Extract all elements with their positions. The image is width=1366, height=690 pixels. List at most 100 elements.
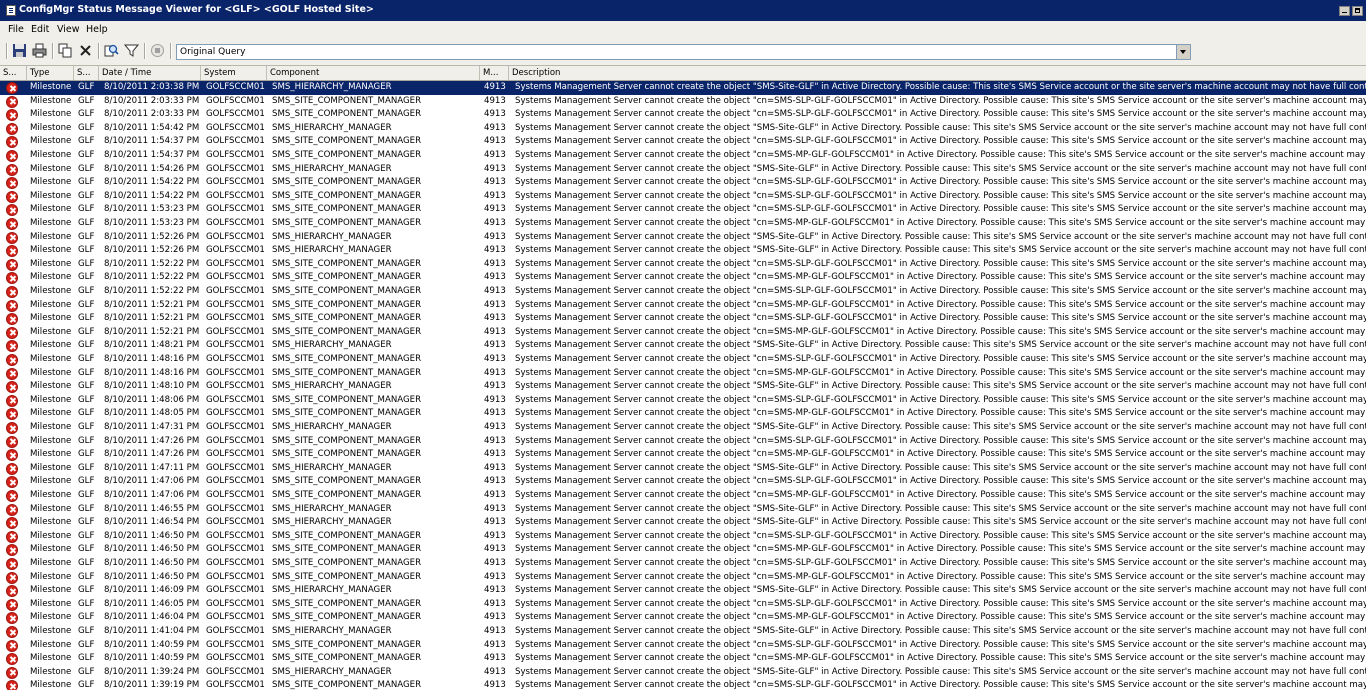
column-header-system[interactable]: System	[201, 66, 267, 80]
column-header-severity[interactable]: S...	[0, 66, 27, 80]
filter-icon[interactable]	[124, 43, 139, 58]
cell-message-id: 4913	[484, 408, 506, 419]
cell-datetime: 8/10/2011 1:48:21 PM	[104, 340, 200, 351]
table-row[interactable]: Milestone GLF 8/10/2011 1:54:42 PM GOLFSCCM…	[0, 122, 1366, 136]
cell-description: Systems Management Server cannot create …	[515, 612, 1366, 623]
cell-type: Milestone	[30, 95, 72, 106]
table-row[interactable]: Milestone GLF 8/10/2011 1:46:50 PM GOLFSCCM…	[0, 571, 1366, 585]
table-row[interactable]: Milestone GLF 8/10/2011 1:52:22 PM GOLFSCCM…	[0, 258, 1366, 272]
table-row[interactable]: Milestone GLF 8/10/2011 2:03:38 PM GOLFSCCM…	[0, 81, 1366, 95]
error-icon	[6, 544, 18, 557]
table-row[interactable]: Milestone GLF 8/10/2011 1:41:04 PM GOLFSCCM…	[0, 625, 1366, 639]
table-row[interactable]: Milestone GLF 8/10/2011 1:39:19 PM GOLFSCCM…	[0, 679, 1366, 690]
column-header-type[interactable]: Type	[27, 66, 74, 80]
cell-type: Milestone	[30, 462, 72, 473]
table-row[interactable]: Milestone GLF 8/10/2011 1:52:22 PM GOLFSCCM…	[0, 271, 1366, 285]
table-row[interactable]: Milestone GLF 8/10/2011 1:52:21 PM GOLFSCCM…	[0, 326, 1366, 340]
table-row[interactable]: Milestone GLF 8/10/2011 1:47:11 PM GOLFSCCM…	[0, 462, 1366, 476]
table-row[interactable]: Milestone GLF 8/10/2011 1:48:05 PM GOLFSCCM…	[0, 407, 1366, 421]
table-row[interactable]: Milestone GLF 8/10/2011 1:40:59 PM GOLFSCCM…	[0, 652, 1366, 666]
chevron-down-icon[interactable]	[1176, 45, 1190, 59]
column-header-site[interactable]: S...	[74, 66, 99, 80]
table-row[interactable]: Milestone GLF 8/10/2011 1:48:21 PM GOLFSCCM…	[0, 339, 1366, 353]
table-row[interactable]: Milestone GLF 8/10/2011 1:48:16 PM GOLFSCCM…	[0, 367, 1366, 381]
message-list[interactable]: Milestone GLF 8/10/2011 2:03:38 PM GOLFSCCM…	[0, 81, 1366, 690]
cell-site: GLF	[78, 422, 95, 432]
table-row[interactable]: Milestone GLF 8/10/2011 1:47:06 PM GOLFSCCM…	[0, 475, 1366, 489]
table-row[interactable]: Milestone GLF 8/10/2011 1:52:22 PM GOLFSCCM…	[0, 285, 1366, 299]
table-row[interactable]: Milestone GLF 8/10/2011 1:52:21 PM GOLFSCCM…	[0, 312, 1366, 326]
table-row[interactable]: Milestone GLF 8/10/2011 1:47:26 PM GOLFSCCM…	[0, 448, 1366, 462]
table-row[interactable]: Milestone GLF 8/10/2011 1:47:06 PM GOLFSCCM…	[0, 489, 1366, 503]
table-row[interactable]: Milestone GLF 8/10/2011 1:46:50 PM GOLFSCCM…	[0, 543, 1366, 557]
table-row[interactable]: Milestone GLF 8/10/2011 1:48:10 PM GOLFSCCM…	[0, 380, 1366, 394]
cell-message-id: 4913	[484, 585, 506, 596]
table-row[interactable]: Milestone GLF 8/10/2011 1:54:37 PM GOLFSCCM…	[0, 149, 1366, 163]
table-row[interactable]: Milestone GLF 8/10/2011 2:03:33 PM GOLFSCCM…	[0, 95, 1366, 109]
table-row[interactable]: Milestone GLF 8/10/2011 1:48:06 PM GOLFSCCM…	[0, 394, 1366, 408]
table-row[interactable]: Milestone GLF 8/10/2011 1:53:23 PM GOLFSCCM…	[0, 217, 1366, 231]
cell-system: GOLFSCCM01	[206, 598, 265, 609]
table-row[interactable]: Milestone GLF 8/10/2011 1:54:22 PM GOLFSCCM…	[0, 176, 1366, 190]
table-row[interactable]: Milestone GLF 8/10/2011 1:40:59 PM GOLFSCCM…	[0, 639, 1366, 653]
minimize-button[interactable]	[1339, 6, 1350, 16]
cell-datetime: 8/10/2011 1:54:37 PM	[104, 150, 200, 160]
toolbar-separator	[170, 43, 172, 59]
find-icon[interactable]	[104, 43, 119, 58]
stop-icon[interactable]	[150, 43, 165, 58]
table-row[interactable]: Milestone GLF 8/10/2011 1:54:22 PM GOLFSCCM…	[0, 190, 1366, 204]
table-row[interactable]: Milestone GLF 8/10/2011 1:46:55 PM GOLFSCCM…	[0, 503, 1366, 517]
table-row[interactable]: Milestone GLF 8/10/2011 1:54:37 PM GOLFSCCM…	[0, 135, 1366, 149]
column-header-message-id[interactable]: M...	[480, 66, 509, 80]
table-row[interactable]: Milestone GLF 8/10/2011 1:47:26 PM GOLFSCCM…	[0, 435, 1366, 449]
table-row[interactable]: Milestone GLF 8/10/2011 1:46:50 PM GOLFSCCM…	[0, 530, 1366, 544]
print-icon[interactable]	[32, 43, 47, 58]
table-row[interactable]: Milestone GLF 8/10/2011 2:03:33 PM GOLFSCCM…	[0, 108, 1366, 122]
column-header-description[interactable]: Description	[509, 66, 1366, 80]
table-row[interactable]: Milestone GLF 8/10/2011 1:54:26 PM GOLFSCCM…	[0, 163, 1366, 177]
column-header-datetime[interactable]: Date / Time	[99, 66, 201, 80]
table-row[interactable]: Milestone GLF 8/10/2011 1:52:26 PM GOLFSCCM…	[0, 231, 1366, 245]
cell-message-id: 4913	[484, 367, 506, 378]
table-row[interactable]: Milestone GLF 8/10/2011 1:53:23 PM GOLFSCCM…	[0, 203, 1366, 217]
table-row[interactable]: Milestone GLF 8/10/2011 1:48:16 PM GOLFSCCM…	[0, 353, 1366, 367]
cell-site: GLF	[78, 626, 95, 636]
table-row[interactable]: Milestone GLF 8/10/2011 1:46:50 PM GOLFSCCM…	[0, 557, 1366, 571]
cell-datetime: 8/10/2011 1:47:06 PM	[104, 476, 200, 487]
maximize-button[interactable]	[1352, 6, 1363, 16]
save-icon[interactable]	[12, 43, 27, 58]
table-row[interactable]: Milestone GLF 8/10/2011 1:46:05 PM GOLFSCCM…	[0, 598, 1366, 612]
table-row[interactable]: Milestone GLF 8/10/2011 1:52:26 PM GOLFSCCM…	[0, 244, 1366, 258]
menu-edit[interactable]: Edit	[31, 24, 49, 35]
error-icon	[6, 286, 18, 298]
cell-type: Milestone	[30, 163, 72, 174]
cell-site: GLF	[78, 612, 95, 623]
cell-system: GOLFSCCM01	[206, 653, 265, 664]
error-icon	[6, 490, 18, 502]
copy-icon[interactable]	[58, 43, 73, 58]
cell-component: SMS_SITE_COMPONENT_MANAGER	[272, 204, 422, 215]
table-row[interactable]: Milestone GLF 8/10/2011 1:46:09 PM GOLFSCCM…	[0, 584, 1366, 598]
error-icon	[6, 163, 18, 176]
error-icon	[6, 272, 18, 285]
cell-message-id: 4913	[484, 82, 506, 92]
delete-icon[interactable]	[78, 43, 93, 58]
table-row[interactable]: Milestone GLF 8/10/2011 1:46:54 PM GOLFSCCM…	[0, 516, 1366, 530]
menu-help[interactable]: Help	[86, 24, 108, 35]
table-row[interactable]: Milestone GLF 8/10/2011 1:46:04 PM GOLFSCCM…	[0, 611, 1366, 625]
error-icon	[6, 517, 18, 530]
cell-site: GLF	[78, 530, 95, 541]
error-icon	[6, 435, 18, 448]
error-icon	[6, 598, 18, 611]
menu-view[interactable]: View	[57, 24, 80, 35]
table-row[interactable]: Milestone GLF 8/10/2011 1:52:21 PM GOLFSCCM…	[0, 299, 1366, 313]
table-row[interactable]: Milestone GLF 8/10/2011 1:47:31 PM GOLFSCCM…	[0, 421, 1366, 435]
table-row[interactable]: Milestone GLF 8/10/2011 1:39:24 PM GOLFSCCM…	[0, 666, 1366, 680]
column-header-component[interactable]: Component	[267, 66, 480, 80]
error-icon	[6, 340, 18, 353]
cell-system: GOLFSCCM01	[206, 163, 265, 174]
cell-site: GLF	[78, 245, 95, 256]
query-dropdown[interactable]: Original Query	[176, 44, 1191, 60]
menu-file[interactable]: File	[8, 24, 24, 35]
cell-component: SMS_HIERARCHY_MANAGER	[272, 666, 392, 677]
